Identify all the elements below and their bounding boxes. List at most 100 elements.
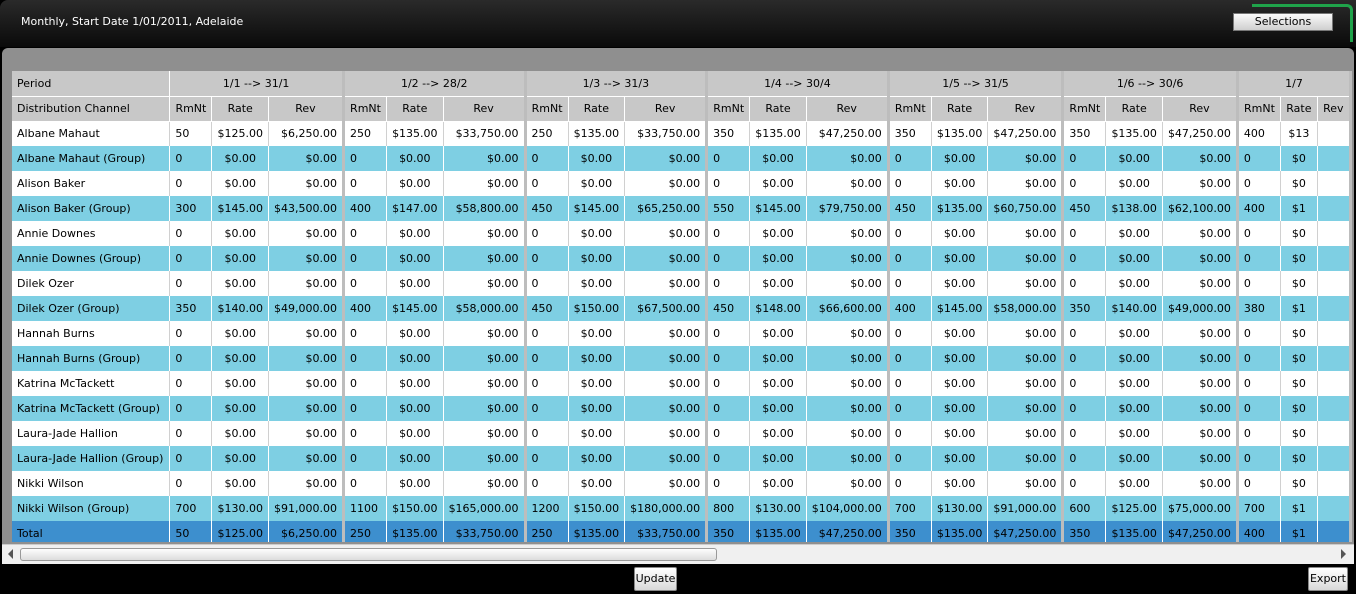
- cell-rev[interactable]: [1317, 321, 1352, 346]
- cell-rate[interactable]: $0.00: [1105, 146, 1163, 171]
- cell-rev[interactable]: $43,500.00: [268, 196, 345, 221]
- cell-rmnt[interactable]: 0: [169, 271, 213, 296]
- cell-rate[interactable]: $1: [1280, 521, 1318, 542]
- cell-rate[interactable]: $0.00: [211, 396, 269, 421]
- cell-rev[interactable]: $0.00: [268, 271, 345, 296]
- cell-rev[interactable]: $0.00: [1162, 471, 1239, 496]
- cell-rmnt[interactable]: 700: [1237, 496, 1282, 521]
- cell-rate[interactable]: $0.00: [749, 246, 807, 271]
- cell-rmnt[interactable]: 0: [169, 246, 213, 271]
- cell-rate[interactable]: $0.00: [931, 321, 989, 346]
- cell-rev[interactable]: $79,750.00: [806, 196, 890, 221]
- cell-rev[interactable]: $0.00: [1162, 446, 1239, 471]
- cell-rmnt[interactable]: 800: [706, 496, 751, 521]
- cell-rev[interactable]: $91,000.00: [268, 496, 345, 521]
- cell-rate[interactable]: $0.00: [749, 346, 807, 371]
- update-button[interactable]: Update: [634, 567, 677, 591]
- cell-rate[interactable]: $0.00: [1105, 321, 1163, 346]
- cell-rate[interactable]: $0.00: [386, 446, 444, 471]
- cell-rate[interactable]: $130.00: [931, 496, 989, 521]
- cell-rev[interactable]: $0.00: [624, 371, 709, 396]
- cell-rev[interactable]: $0.00: [987, 271, 1065, 296]
- cell-rmnt[interactable]: 0: [888, 246, 932, 271]
- cell-rmnt[interactable]: 0: [169, 171, 213, 196]
- cell-rate[interactable]: $0.00: [568, 271, 626, 296]
- cell-rev[interactable]: $33,750.00: [624, 521, 709, 542]
- cell-rate[interactable]: $125.00: [211, 521, 269, 542]
- column-header-rmnt[interactable]: RmNt: [169, 96, 213, 122]
- cell-rev[interactable]: $0.00: [443, 271, 527, 296]
- cell-rmnt[interactable]: 0: [888, 321, 932, 346]
- column-header-rate[interactable]: Rate: [1105, 96, 1163, 122]
- cell-rate[interactable]: $0.00: [931, 171, 989, 196]
- cell-rmnt[interactable]: 0: [1062, 396, 1107, 421]
- cell-rev[interactable]: $0.00: [268, 446, 345, 471]
- cell-rev[interactable]: [1317, 296, 1352, 321]
- cell-rate[interactable]: $13: [1280, 121, 1318, 146]
- period-header[interactable]: 1/2 --> 28/2: [343, 71, 527, 97]
- cell-rmnt[interactable]: 0: [888, 396, 932, 421]
- column-header-rate[interactable]: Rate: [931, 96, 989, 122]
- cell-rmnt[interactable]: 0: [525, 146, 569, 171]
- cell-rmnt[interactable]: 250: [525, 521, 569, 542]
- column-header-rev[interactable]: Rev: [987, 96, 1065, 122]
- cell-rev[interactable]: $0.00: [624, 446, 709, 471]
- cell-rev[interactable]: $67,500.00: [624, 296, 709, 321]
- cell-rev[interactable]: $47,250.00: [806, 121, 890, 146]
- cell-rmnt[interactable]: 0: [706, 446, 751, 471]
- cell-rmnt[interactable]: 0: [169, 221, 213, 246]
- cell-rmnt[interactable]: 0: [1062, 146, 1107, 171]
- cell-rmnt[interactable]: 350: [1062, 521, 1107, 542]
- cell-rmnt[interactable]: 450: [888, 196, 932, 221]
- cell-rate[interactable]: $0.00: [1105, 346, 1163, 371]
- cell-rmnt[interactable]: 0: [525, 321, 569, 346]
- cell-rmnt[interactable]: 0: [1062, 346, 1107, 371]
- cell-rev[interactable]: $0.00: [268, 346, 345, 371]
- cell-rmnt[interactable]: 0: [888, 346, 932, 371]
- cell-rev[interactable]: $60,750.00: [987, 196, 1065, 221]
- cell-rmnt[interactable]: 0: [1062, 271, 1107, 296]
- cell-rev[interactable]: $0.00: [268, 146, 345, 171]
- cell-rmnt[interactable]: 350: [706, 521, 751, 542]
- cell-rev[interactable]: $165,000.00: [443, 496, 527, 521]
- table-row[interactable]: Laura-Jade Hallion (Group) 0 $0.00 $0.00 0 $0…: [12, 446, 1352, 471]
- cell-rate[interactable]: $0.00: [931, 421, 989, 446]
- cell-rate[interactable]: $147.00: [386, 196, 444, 221]
- cell-rate[interactable]: $135.00: [931, 121, 989, 146]
- cell-rmnt[interactable]: 0: [888, 471, 932, 496]
- cell-rate[interactable]: $0: [1280, 446, 1318, 471]
- cell-rate[interactable]: $0.00: [931, 371, 989, 396]
- cell-rev[interactable]: $0.00: [806, 421, 890, 446]
- table-row[interactable]: Annie Downes (Group) 0 $0.00 $0.00 0 $0.00 $0.…: [12, 246, 1352, 271]
- cell-rate[interactable]: $0.00: [568, 221, 626, 246]
- cell-rate[interactable]: $0.00: [386, 271, 444, 296]
- cell-rmnt[interactable]: 0: [343, 471, 388, 496]
- cell-rmnt[interactable]: 700: [888, 496, 932, 521]
- cell-rev[interactable]: $58,800.00: [443, 196, 527, 221]
- cell-rmnt[interactable]: 380: [1237, 296, 1282, 321]
- cell-rmnt[interactable]: 0: [169, 371, 213, 396]
- cell-rate[interactable]: $0.00: [749, 446, 807, 471]
- cell-rate[interactable]: $0: [1280, 146, 1318, 171]
- cell-rmnt[interactable]: 0: [706, 421, 751, 446]
- cell-rate[interactable]: $0: [1280, 396, 1318, 421]
- cell-rev[interactable]: $104,000.00: [806, 496, 890, 521]
- cell-rate[interactable]: $0.00: [749, 146, 807, 171]
- cell-rate[interactable]: $0.00: [749, 471, 807, 496]
- cell-rate[interactable]: $0.00: [386, 346, 444, 371]
- cell-rev[interactable]: $0.00: [987, 171, 1065, 196]
- cell-rev[interactable]: $91,000.00: [987, 496, 1065, 521]
- cell-rev[interactable]: $0.00: [268, 321, 345, 346]
- cell-rev[interactable]: $0.00: [987, 396, 1065, 421]
- column-header-rev[interactable]: Rev: [443, 96, 527, 122]
- period-header[interactable]: 1/5 --> 31/5: [888, 71, 1065, 97]
- table-row[interactable]: Hannah Burns (Group) 0 $0.00 $0.00 0 $0.00 $0.…: [12, 346, 1352, 371]
- cell-rmnt[interactable]: 400: [343, 296, 388, 321]
- cell-rev[interactable]: [1317, 221, 1352, 246]
- cell-rmnt[interactable]: 450: [1062, 196, 1107, 221]
- cell-rev[interactable]: $0.00: [1162, 421, 1239, 446]
- cell-rmnt[interactable]: 0: [1237, 396, 1282, 421]
- cell-rate[interactable]: $0: [1280, 271, 1318, 296]
- cell-rmnt[interactable]: 0: [343, 421, 388, 446]
- selections-button[interactable]: Selections: [1233, 13, 1333, 31]
